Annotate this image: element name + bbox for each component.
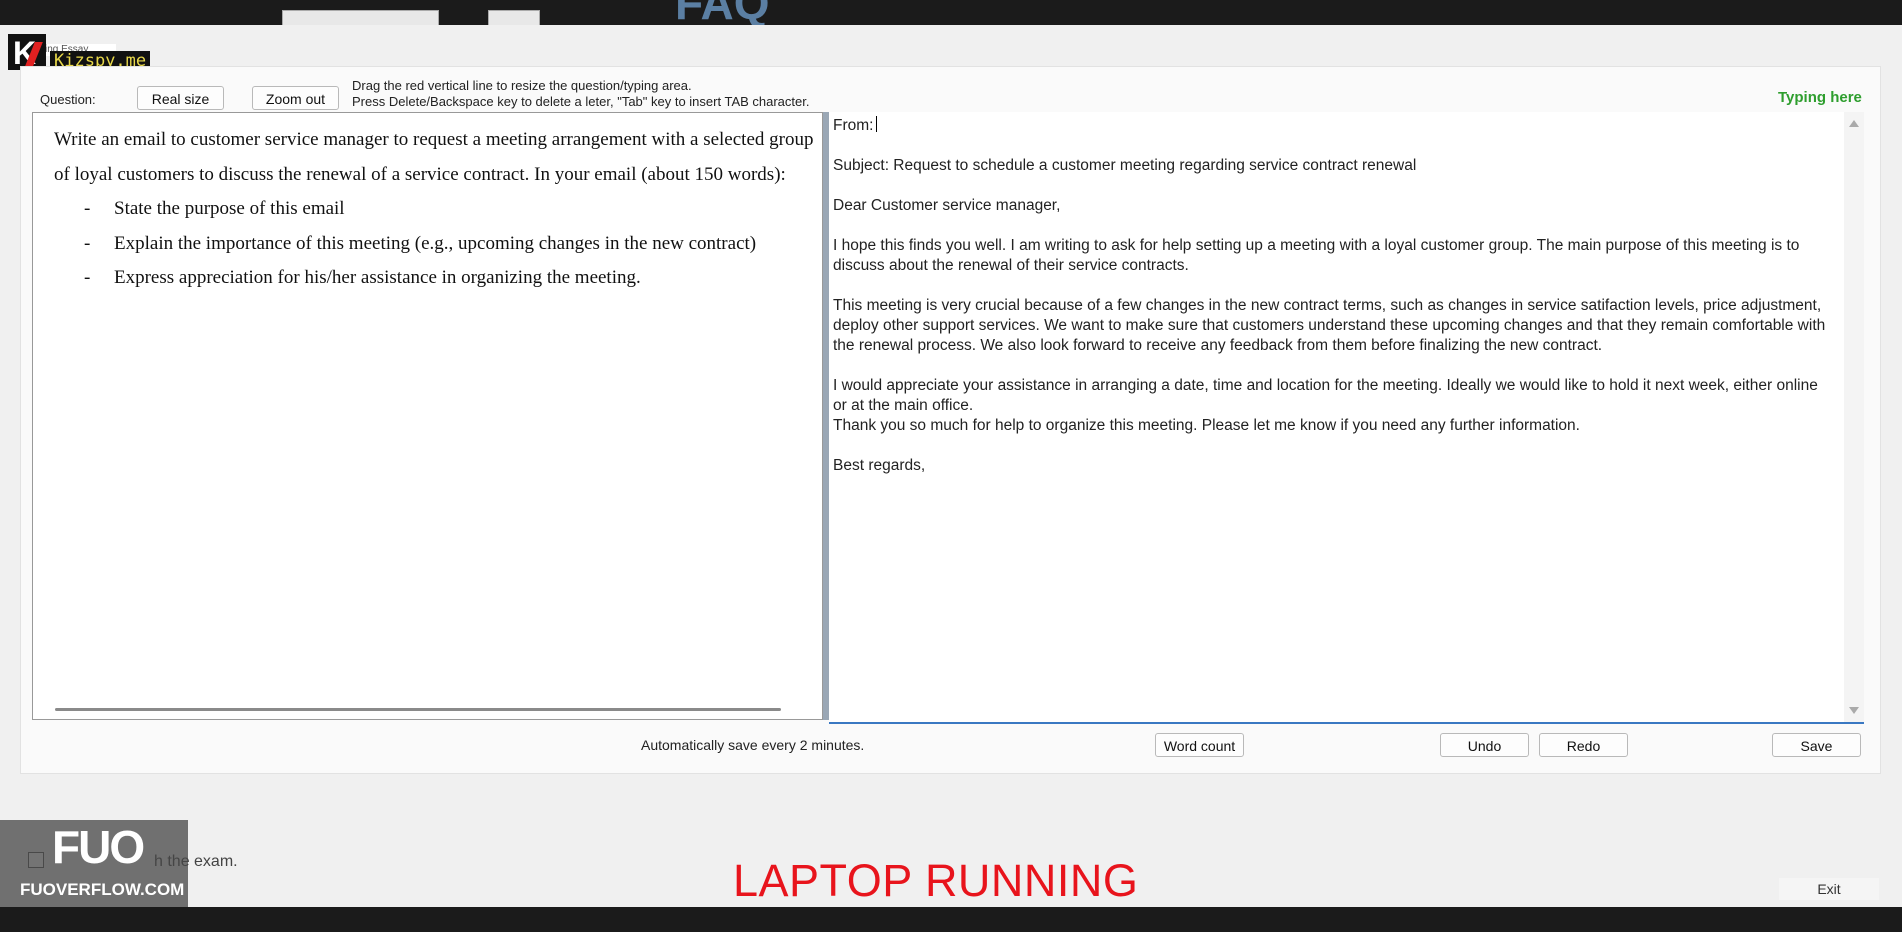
real-size-button[interactable]: Real size — [137, 86, 224, 110]
vertical-scrollbar[interactable] — [1844, 112, 1864, 722]
hint-line-2: Press Delete/Backspace key to delete a l… — [352, 94, 810, 109]
answer-paragraph-1: I hope this finds you well. I am writing… — [833, 237, 1800, 274]
bullet-text: Explain the importance of this meeting (… — [114, 232, 757, 254]
redo-button[interactable]: Redo — [1539, 733, 1628, 757]
top-small-control[interactable] — [488, 10, 540, 25]
bullet-dash: - — [84, 198, 91, 219]
answer-from-line: From: — [833, 116, 1833, 136]
bullet-text: State the purpose of this email — [114, 198, 345, 219]
bullet-dash: - — [84, 267, 91, 288]
undo-button[interactable]: Undo — [1440, 733, 1529, 757]
scroll-down-arrow-icon[interactable] — [1849, 707, 1859, 714]
save-button[interactable]: Save — [1772, 733, 1861, 757]
fuo-logo-mark: FUO — [52, 821, 145, 873]
zoom-out-button[interactable]: Zoom out — [252, 86, 339, 110]
question-bullets: - State the purpose of this email - Explai… — [54, 192, 814, 296]
autosave-notice: Automatically save every 2 minutes. — [641, 737, 865, 753]
resize-hint: Drag the red vertical line to resize the… — [352, 78, 809, 110]
fuo-logo-text: FUOVERFLOW.COM — [20, 880, 185, 899]
bottom-dark-bar — [0, 907, 1902, 932]
word-count-button[interactable]: Word count — [1155, 733, 1244, 757]
kizspy-logo-mark: K — [8, 34, 46, 71]
text-caret — [876, 116, 878, 132]
fuoverflow-logo: FUO FUOVERFLOW.COM — [0, 820, 188, 907]
answer-subject: Subject: Request to schedule a customer … — [833, 157, 1417, 174]
top-dark-bar: FAQ — [0, 0, 1902, 25]
answer-paragraph-4: Thank you so much for help to organize t… — [833, 417, 1580, 434]
hint-line-1: Drag the red vertical line to resize the… — [352, 78, 692, 93]
bullet-dash: - — [84, 232, 91, 254]
typing-here-label: Typing here — [1778, 89, 1862, 106]
question-bullet: - State the purpose of this email — [54, 192, 814, 227]
typing-area[interactable]: From: Subject: Request to schedule a cus… — [829, 112, 1864, 724]
answer-paragraph-2: This meeting is very crucial because of … — [833, 297, 1826, 354]
question-pane: Write an email to customer service manag… — [32, 112, 823, 720]
question-bullet: - Explain the importance of this meeting … — [54, 227, 814, 262]
scroll-up-arrow-icon[interactable] — [1849, 120, 1859, 127]
cut-off-title: FAQ — [675, 0, 770, 25]
question-bullet: - Express appreciation for his/her assist… — [54, 261, 814, 296]
laptop-running-label: LAPTOP RUNNING — [733, 855, 1139, 906]
answer-greeting: Dear Customer service manager, — [833, 197, 1061, 214]
bullet-text: Express appreciation for his/her assista… — [114, 267, 641, 288]
answer-paragraph-3: I would appreciate your assistance in ar… — [833, 377, 1818, 414]
exit-button[interactable]: Exit — [1779, 878, 1879, 900]
horizontal-scrollbar[interactable] — [55, 708, 781, 711]
answer-closing: Best regards, — [833, 457, 926, 474]
question-label: Question: — [40, 92, 96, 107]
answer-text[interactable]: From: Subject: Request to schedule a cus… — [833, 116, 1833, 496]
question-prompt: Write an email to customer service manag… — [54, 129, 814, 185]
question-text: Write an email to customer service manag… — [54, 123, 814, 296]
top-dropdown[interactable] — [282, 10, 439, 25]
